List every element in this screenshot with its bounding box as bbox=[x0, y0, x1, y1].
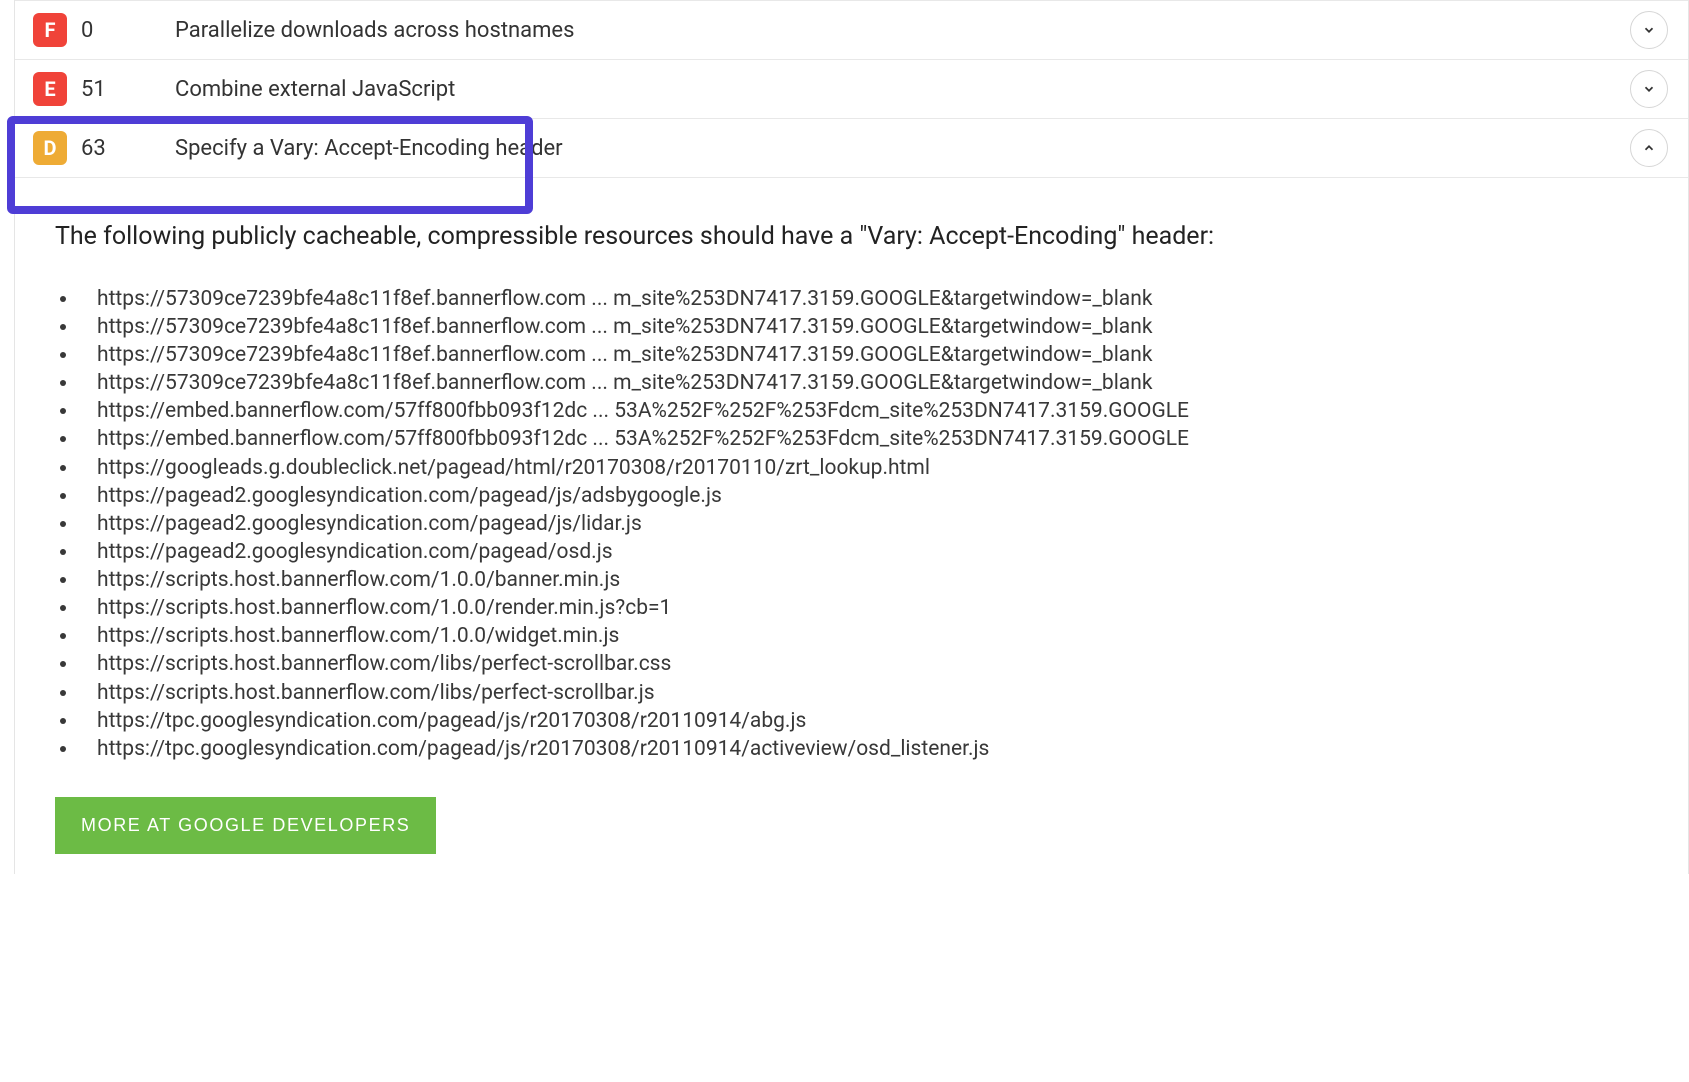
collapse-toggle[interactable] bbox=[1630, 129, 1668, 167]
resource-item: https://scripts.host.bannerflow.com/libs… bbox=[79, 679, 1648, 707]
resource-item: https://embed.bannerflow.com/57ff800fbb0… bbox=[79, 425, 1648, 453]
resource-item: https://embed.bannerflow.com/57ff800fbb0… bbox=[79, 397, 1648, 425]
resource-item: https://57309ce7239bfe4a8c11f8ef.bannerf… bbox=[79, 341, 1648, 369]
resource-item: https://scripts.host.bannerflow.com/libs… bbox=[79, 650, 1648, 678]
audit-title: Specify a Vary: Accept-Encoding header bbox=[137, 136, 1630, 161]
resource-item: https://scripts.host.bannerflow.com/1.0.… bbox=[79, 594, 1648, 622]
expand-toggle[interactable] bbox=[1630, 70, 1668, 108]
resource-list: https://57309ce7239bfe4a8c11f8ef.bannerf… bbox=[55, 285, 1648, 763]
chevron-down-icon bbox=[1642, 82, 1656, 96]
highlight-wrapper: D 63 Specify a Vary: Accept-Encoding hea… bbox=[15, 119, 1688, 178]
more-at-google-button[interactable]: MORE AT GOOGLE DEVELOPERS bbox=[55, 797, 436, 854]
grade-badge: D bbox=[33, 131, 67, 165]
resource-item: https://scripts.host.bannerflow.com/1.0.… bbox=[79, 622, 1648, 650]
resource-item: https://pagead2.googlesyndication.com/pa… bbox=[79, 482, 1648, 510]
grade-badge: F bbox=[33, 13, 67, 47]
expand-toggle[interactable] bbox=[1630, 11, 1668, 49]
audit-score: 51 bbox=[67, 77, 137, 102]
resource-item: https://pagead2.googlesyndication.com/pa… bbox=[79, 538, 1648, 566]
audit-row-parallelize[interactable]: F 0 Parallelize downloads across hostnam… bbox=[15, 0, 1688, 60]
resource-item: https://googleads.g.doubleclick.net/page… bbox=[79, 454, 1648, 482]
audit-row-vary-header[interactable]: D 63 Specify a Vary: Accept-Encoding hea… bbox=[15, 119, 1688, 178]
audit-details-panel: The following publicly cacheable, compre… bbox=[15, 178, 1688, 874]
resource-item: https://scripts.host.bannerflow.com/1.0.… bbox=[79, 566, 1648, 594]
grade-badge: E bbox=[33, 72, 67, 106]
resource-item: https://pagead2.googlesyndication.com/pa… bbox=[79, 510, 1648, 538]
resource-item: https://tpc.googlesyndication.com/pagead… bbox=[79, 707, 1648, 735]
audit-title: Combine external JavaScript bbox=[137, 77, 1630, 102]
resource-item: https://tpc.googlesyndication.com/pagead… bbox=[79, 735, 1648, 763]
audit-score: 63 bbox=[67, 136, 137, 161]
audit-list: F 0 Parallelize downloads across hostnam… bbox=[14, 0, 1689, 874]
chevron-down-icon bbox=[1642, 23, 1656, 37]
audit-title: Parallelize downloads across hostnames bbox=[137, 18, 1630, 43]
audit-row-combine-js[interactable]: E 51 Combine external JavaScript bbox=[15, 60, 1688, 119]
resource-item: https://57309ce7239bfe4a8c11f8ef.bannerf… bbox=[79, 313, 1648, 341]
details-heading: The following publicly cacheable, compre… bbox=[55, 218, 1648, 257]
chevron-up-icon bbox=[1642, 141, 1656, 155]
audit-score: 0 bbox=[67, 18, 137, 43]
resource-item: https://57309ce7239bfe4a8c11f8ef.bannerf… bbox=[79, 369, 1648, 397]
resource-item: https://57309ce7239bfe4a8c11f8ef.bannerf… bbox=[79, 285, 1648, 313]
